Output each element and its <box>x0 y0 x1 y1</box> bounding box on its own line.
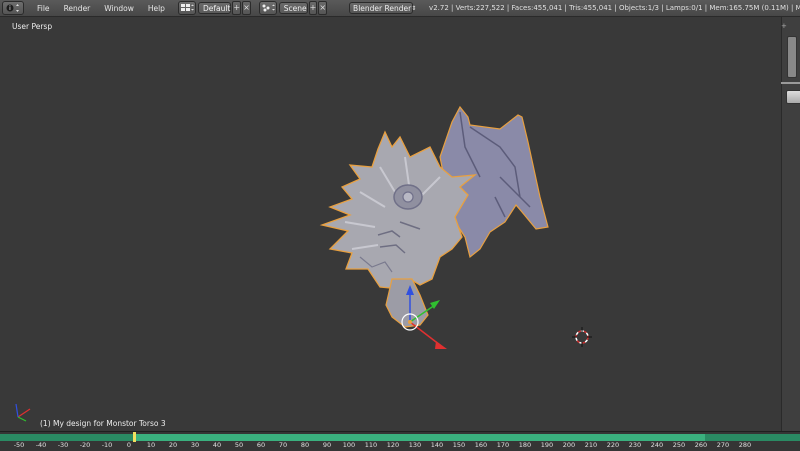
timeline-tick: 190 <box>540 441 554 449</box>
timeline-tick: 220 <box>606 441 620 449</box>
timeline-tick: 140 <box>430 441 444 449</box>
timeline-tick: 100 <box>342 441 356 449</box>
plus-icon: + <box>309 3 317 12</box>
scene-browse-button[interactable] <box>258 1 277 15</box>
plus-icon: + <box>233 3 241 12</box>
timeline-tick: 110 <box>364 441 378 449</box>
timeline-tick: 230 <box>628 441 642 449</box>
menu-help[interactable]: Help <box>141 4 172 13</box>
timeline-tick: 40 <box>212 441 222 449</box>
scene-statistics: v2.72 | Verts:227,522 | Faces:455,041 | … <box>429 4 800 12</box>
menu-file[interactable]: File <box>30 4 57 13</box>
properties-strip <box>781 17 800 433</box>
screen-layout-field[interactable]: Default <box>197 2 232 14</box>
menu-window[interactable]: Window <box>97 4 141 13</box>
viewport-scrollbar[interactable] <box>787 36 797 78</box>
timeline-tick: 10 <box>146 441 156 449</box>
region-divider[interactable] <box>781 82 800 84</box>
render-engine-value: Blender Render <box>353 3 412 13</box>
timeline-tick: 0 <box>126 441 132 449</box>
timeline-tick: 50 <box>234 441 244 449</box>
close-icon: × <box>319 3 327 12</box>
timeline-tick: 30 <box>190 441 200 449</box>
render-engine-select[interactable]: Blender Render ⇕ <box>349 2 417 14</box>
timeline-tick: 200 <box>562 441 576 449</box>
timeline-tick: 210 <box>584 441 598 449</box>
timeline-tick: 60 <box>256 441 266 449</box>
view-axes-icon <box>15 403 31 422</box>
scene-field[interactable]: Scene <box>278 2 308 14</box>
viewport-scene <box>15 105 592 422</box>
timeline-tick: -10 <box>101 441 113 449</box>
add-scene-button[interactable]: + <box>308 1 318 15</box>
panel-expand-icon[interactable]: + <box>781 22 787 32</box>
timeline-tick: -30 <box>57 441 69 449</box>
3d-cursor-icon[interactable] <box>572 327 592 347</box>
timeline-tick: -40 <box>35 441 47 449</box>
timeline-tick: -20 <box>79 441 91 449</box>
timeline-tick: 120 <box>386 441 400 449</box>
timeline-tick: 170 <box>496 441 510 449</box>
info-header: i File Render Window Help Default + × Sc… <box>0 0 800 17</box>
scene-icon <box>262 4 275 12</box>
screen-layout-browse-button[interactable] <box>177 1 196 15</box>
timeline-tick: 260 <box>694 441 708 449</box>
menu-render[interactable]: Render <box>57 4 98 13</box>
timeline-tick: 240 <box>650 441 664 449</box>
timeline-tick: 90 <box>322 441 332 449</box>
timeline-tick: 160 <box>474 441 488 449</box>
editor-type-button[interactable]: i <box>2 1 24 15</box>
add-layout-button[interactable]: + <box>232 1 242 15</box>
timeline-tick: 180 <box>518 441 532 449</box>
timeline-tick: 150 <box>452 441 466 449</box>
3d-viewport[interactable]: User Persp (1) My design for Monstor Tor… <box>0 17 781 431</box>
timeline-tick: 70 <box>278 441 288 449</box>
remove-layout-button[interactable]: × <box>242 1 251 15</box>
timeline-tick: -50 <box>13 441 25 449</box>
timeline-tick: 270 <box>716 441 730 449</box>
timeline-tick: 20 <box>168 441 178 449</box>
timeline-tick: 250 <box>672 441 686 449</box>
timeline[interactable]: -50 -40 -30 -20 -10 0 10 20 30 40 50 60 70 80 90 100 110… <box>0 431 800 451</box>
close-icon: × <box>243 3 250 12</box>
monster-neck[interactable] <box>385 278 429 328</box>
timeline-tick: 280 <box>738 441 752 449</box>
screen-layout-icon <box>180 4 194 11</box>
updown-arrow-icon: ⇕ <box>411 4 417 12</box>
timeline-tick: 80 <box>300 441 310 449</box>
info-editor-icon: i <box>6 4 19 12</box>
timeline-frame-range <box>135 434 705 441</box>
active-object-label: (1) My design for Monstor Torso 3 <box>40 419 166 428</box>
remove-scene-button[interactable]: × <box>318 1 328 15</box>
properties-editor-button[interactable] <box>786 90 800 104</box>
timeline-tick: 130 <box>408 441 422 449</box>
